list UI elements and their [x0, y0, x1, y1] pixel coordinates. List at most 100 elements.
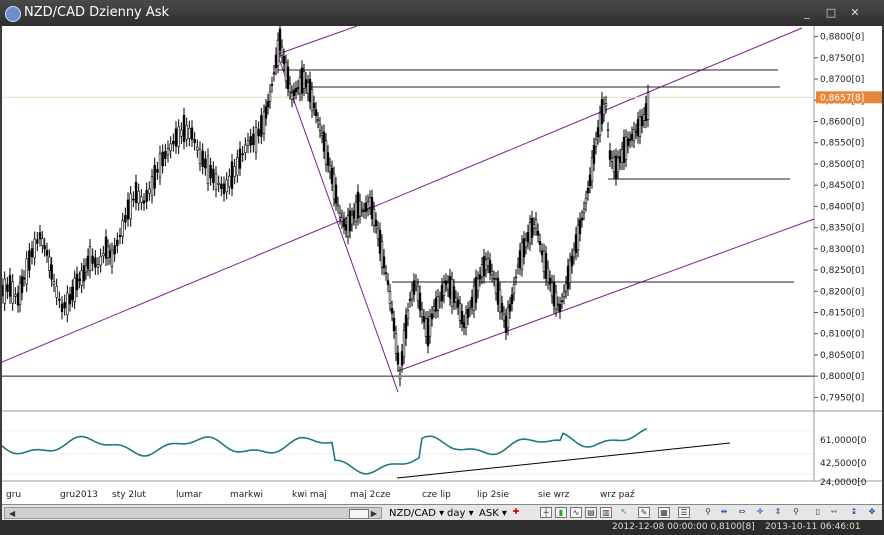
candle-body [45, 250, 49, 256]
fit-height-icon[interactable]: ↨ [848, 507, 860, 518]
maximize-icon[interactable]: □ [824, 6, 838, 19]
candle-icon[interactable]: ▮ [555, 507, 567, 518]
candle-body [6, 284, 9, 292]
line-chart-icon[interactable]: ∿ [570, 507, 582, 518]
expand-icon[interactable]: ⇕ [772, 507, 784, 518]
candle-body [300, 67, 304, 94]
candle-body [8, 275, 12, 297]
candle-body [264, 106, 268, 119]
candle-body [38, 232, 42, 240]
zoom-in-icon[interactable]: ⚲ [702, 507, 714, 518]
y-tick-label: 0,8150[0] [820, 309, 864, 319]
fit-width-icon[interactable]: ⇿ [828, 507, 840, 518]
candle-body [75, 273, 79, 291]
horizontal-scrollbar[interactable]: ◀ ▶ [4, 507, 382, 519]
candle-body [50, 264, 53, 280]
search-icon[interactable]: ⚲ [790, 507, 802, 518]
minimize-icon[interactable]: _ [800, 6, 814, 19]
x-tick-label: sty 2lut [112, 490, 146, 500]
bar-chart-icon[interactable]: ┼ [540, 507, 552, 518]
window-title: NZD/CAD Dzienny Ask [24, 5, 170, 20]
candle-body [408, 299, 412, 301]
x-tick-label: sie wrz [538, 490, 570, 500]
period-dropdown[interactable]: day ▾ [444, 506, 477, 521]
y-tick-label: 0,8550[0] [820, 139, 864, 149]
candle-body [80, 270, 83, 286]
scroll-thumb[interactable] [349, 509, 369, 519]
draw-icon[interactable]: ✎ [638, 507, 650, 518]
candle-body [318, 124, 322, 131]
candle-body [374, 219, 378, 227]
candle-body [222, 183, 226, 195]
candle-body [43, 245, 46, 250]
candle-body [560, 300, 564, 303]
candle-body [145, 189, 148, 202]
candle-body [528, 222, 532, 244]
scroll-left-icon[interactable]: ◀ [9, 509, 15, 518]
candle-body [472, 285, 476, 311]
candle-body [584, 198, 588, 204]
layout-icon[interactable]: ▥ [600, 507, 612, 518]
pointer-icon[interactable]: ↖ [618, 507, 630, 518]
move-icon[interactable]: ⇹ [718, 507, 730, 518]
candle-body [66, 292, 69, 316]
candle-body [352, 210, 356, 219]
y-tick-label: 0,8750[0] [820, 54, 864, 64]
candle-body [454, 297, 458, 303]
candle-body [254, 127, 258, 153]
candle-body [422, 316, 426, 323]
candle-body [628, 138, 632, 141]
candle-body [610, 158, 614, 162]
chart-area[interactable]: 0,8800[0]0,8750[0]0,8700[0]0,8650[0]0,86… [2, 26, 882, 504]
candle-body [542, 250, 546, 272]
candle-body [442, 282, 446, 296]
candle-body [296, 87, 300, 89]
candle-body [362, 209, 366, 212]
candle-body [132, 198, 135, 201]
y-tick-label: 0,8050[0] [820, 351, 864, 361]
candle-body [148, 188, 151, 194]
candle-body [308, 79, 312, 103]
candle-body [570, 255, 574, 267]
candle-body [324, 140, 328, 165]
candle-body [586, 187, 590, 194]
indicator-icon[interactable]: ✚ [510, 507, 522, 518]
candle-body [118, 235, 122, 237]
template-icon[interactable]: ▦ [658, 507, 670, 518]
candle-body [306, 82, 310, 94]
candle-body [209, 165, 212, 179]
zoom-out-icon[interactable]: ▯ [812, 507, 824, 518]
candle-body [462, 322, 466, 328]
candle-body [177, 126, 180, 147]
candle-body [198, 148, 202, 164]
price-chart[interactable]: 0,8800[0]0,8750[0]0,8700[0]0,8650[0]0,86… [2, 26, 882, 504]
side-dropdown[interactable]: ASK ▾ [476, 506, 510, 521]
candle-body [450, 278, 454, 307]
candle-body [626, 138, 630, 147]
scale-icon[interactable]: ✥ [866, 507, 878, 518]
crosshair-icon[interactable]: ✛ [754, 507, 766, 518]
candle-body [636, 119, 640, 137]
candle-body [196, 146, 199, 151]
candle-body [498, 289, 502, 313]
candle-body [142, 200, 146, 204]
object-list-icon[interactable]: ☰ [678, 507, 690, 518]
candle-body [406, 310, 410, 319]
close-icon[interactable]: ✕ [848, 6, 862, 19]
candle-body [572, 249, 576, 258]
y-tick-label: 0,8500[0] [820, 160, 864, 170]
candle-body [342, 219, 346, 227]
symbol-dropdown[interactable]: NZD/CAD ▾ [386, 506, 447, 521]
candle-body [644, 103, 648, 121]
candle-body [260, 115, 263, 137]
candle-body [233, 166, 236, 177]
scroll-right-icon[interactable]: ▶ [371, 509, 377, 518]
oscillator-tick-label: 24,0000[0 [820, 478, 867, 488]
grid-icon[interactable]: ▤ [585, 507, 597, 518]
bottom-toolbar: ◀ ▶ NZD/CAD ▾ day ▾ ASK ▾ ✚ ┼ ▮ ∿ ▤ ▥ ↖ … [2, 504, 882, 521]
candle-body [214, 173, 218, 191]
fit-icon[interactable]: ⇔ [736, 507, 748, 518]
y-tick-label: 0,8700[0] [820, 75, 864, 85]
candle-body [348, 210, 352, 232]
candle-body [11, 281, 14, 304]
